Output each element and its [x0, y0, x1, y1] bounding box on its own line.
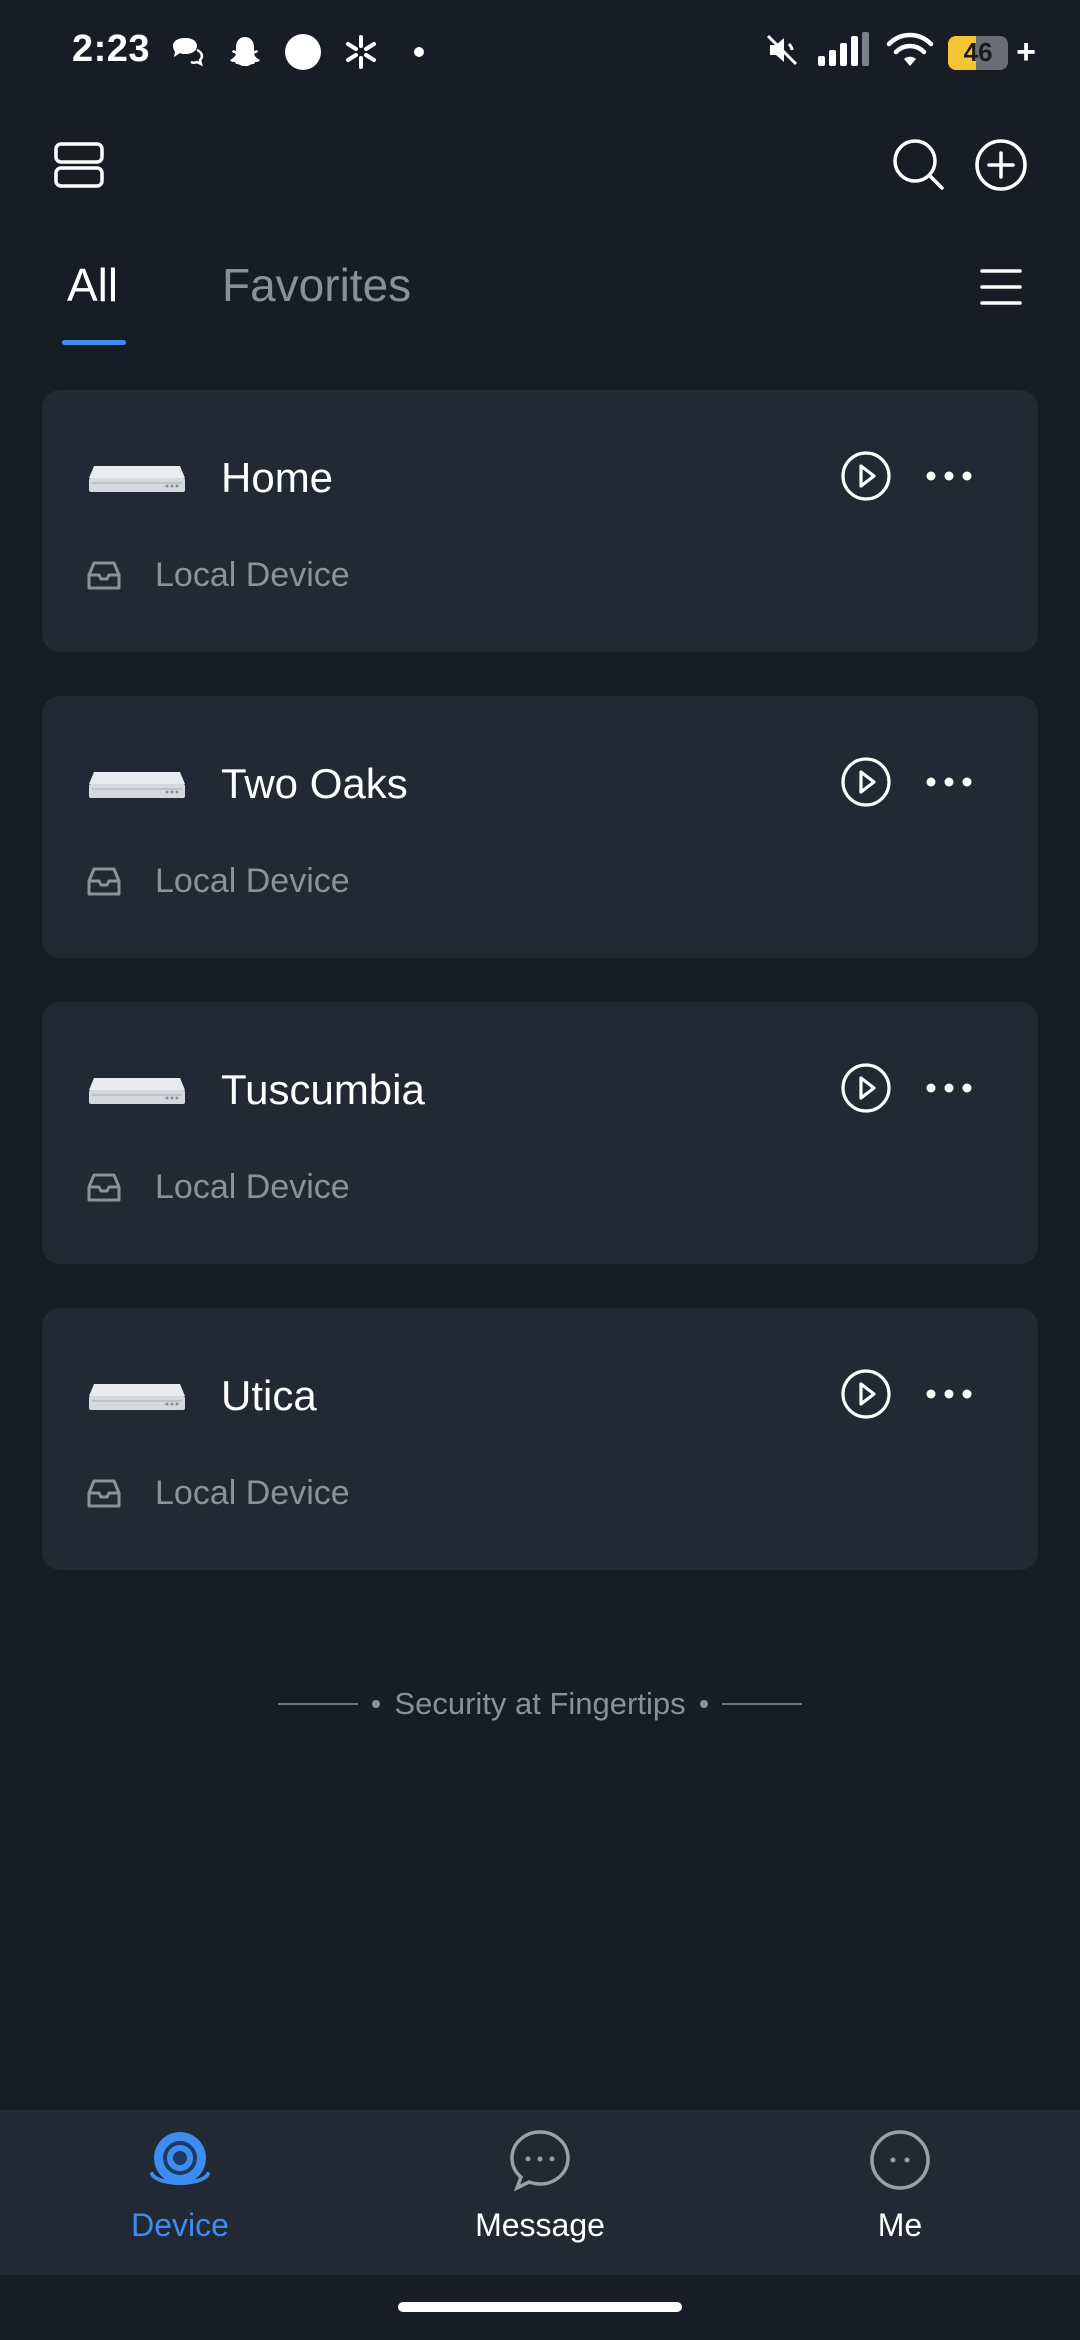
- device-card[interactable]: Two Oaks Local Device: [42, 696, 1038, 958]
- active-tab-indicator: [62, 340, 126, 345]
- device-tabs: All Favorites: [0, 240, 1080, 350]
- more-options-icon[interactable]: [922, 1376, 976, 1412]
- battery-icon: 46: [948, 35, 1009, 70]
- top-bar: [0, 120, 1080, 210]
- nav-me-label: Me: [877, 2207, 923, 2243]
- home-indicator[interactable]: [398, 2302, 682, 2312]
- nvr-device-icon: [88, 1378, 186, 1414]
- device-card[interactable]: Utica Local Device: [42, 1308, 1038, 1570]
- snapchat-ghost-icon: [223, 30, 267, 74]
- device-type-label: Local Device: [155, 1474, 350, 1512]
- battery-charging-indicator: +: [1016, 33, 1036, 71]
- device-type-label: Local Device: [155, 556, 350, 594]
- battery-level: 46: [963, 37, 993, 67]
- tab-favorites[interactable]: Favorites: [222, 258, 411, 312]
- chat-bubble-icon: [165, 30, 209, 74]
- tagline-text: Security at Fingertips: [394, 1686, 686, 1721]
- circle-app-icon: [281, 30, 325, 74]
- message-icon: [508, 2128, 572, 2192]
- menu-icon[interactable]: [976, 262, 1026, 312]
- walmart-spark-icon: [339, 30, 383, 74]
- local-storage-icon: [86, 1476, 122, 1512]
- nvr-device-icon: [88, 1072, 186, 1108]
- play-icon[interactable]: [840, 1062, 892, 1114]
- tagline-divider-right: [721, 1703, 802, 1705]
- tagline: Security at Fingertips: [0, 1686, 1080, 1722]
- status-bar: 2:23 46 +: [0, 0, 1080, 110]
- local-storage-icon: [86, 1170, 122, 1206]
- tab-all[interactable]: All: [67, 258, 118, 312]
- device-name: Utica: [221, 1372, 317, 1419]
- tagline-dot-left: [372, 1700, 381, 1708]
- nav-device-label: Device: [131, 2207, 229, 2243]
- layout-icon[interactable]: [52, 138, 106, 192]
- nav-device[interactable]: Device: [0, 2110, 360, 2275]
- device-name: Two Oaks: [221, 760, 408, 807]
- nvr-device-icon: [88, 766, 186, 802]
- nav-me[interactable]: Me: [720, 2110, 1080, 2275]
- device-name: Tuscumbia: [221, 1066, 425, 1113]
- device-card[interactable]: Home Local Device: [42, 390, 1038, 652]
- play-icon[interactable]: [840, 756, 892, 808]
- add-icon[interactable]: [972, 136, 1030, 194]
- more-options-icon[interactable]: [922, 458, 976, 494]
- play-icon[interactable]: [840, 450, 892, 502]
- device-name: Home: [221, 454, 334, 501]
- device-camera-icon: [148, 2128, 212, 2192]
- status-time: 2:23: [72, 28, 151, 70]
- notification-icons: [165, 30, 441, 74]
- more-options-icon[interactable]: [922, 764, 976, 800]
- device-card[interactable]: Tuscumbia Local Device: [42, 1002, 1038, 1264]
- dot-icon: [397, 30, 441, 74]
- tagline-dot-right: [699, 1700, 708, 1708]
- tagline-divider-left: [278, 1703, 359, 1705]
- system-icons: 46 +: [762, 30, 1036, 75]
- device-type-label: Local Device: [155, 1168, 350, 1206]
- me-icon: [868, 2128, 932, 2192]
- nvr-device-icon: [88, 460, 186, 496]
- play-icon[interactable]: [840, 1368, 892, 1420]
- signal-icon: [816, 30, 872, 75]
- device-type-label: Local Device: [155, 862, 350, 900]
- local-storage-icon: [86, 558, 122, 594]
- nav-message-label: Message: [475, 2207, 605, 2243]
- bottom-navigation: Device Message Me: [0, 2110, 1080, 2275]
- wifi-icon: [886, 30, 934, 75]
- nav-message[interactable]: Message: [360, 2110, 720, 2275]
- mute-icon: [762, 30, 802, 75]
- local-storage-icon: [86, 864, 122, 900]
- search-icon[interactable]: [890, 136, 948, 194]
- more-options-icon[interactable]: [922, 1070, 976, 1106]
- device-list: Home Local Device Two Oaks Local Device: [42, 390, 1038, 1614]
